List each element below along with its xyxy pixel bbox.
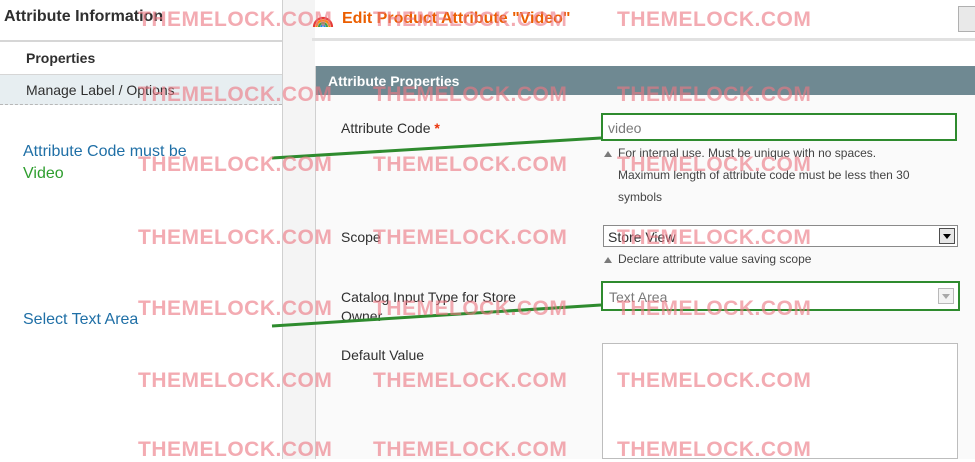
watermark: THEMELOCK.COM <box>373 297 568 320</box>
watermark: THEMELOCK.COM <box>617 226 812 249</box>
watermark: THEMELOCK.COM <box>373 83 568 106</box>
triangle-up-icon <box>604 150 612 157</box>
watermark: THEMELOCK.COM <box>373 369 568 392</box>
watermark: THEMELOCK.COM <box>138 226 333 249</box>
attribute-code-input[interactable]: video <box>601 113 957 141</box>
header-action-button[interactable] <box>958 6 975 32</box>
scope-hint-text: Declare attribute value saving scope <box>618 252 812 266</box>
watermark: THEMELOCK.COM <box>617 369 812 392</box>
watermark: THEMELOCK.COM <box>138 438 333 461</box>
tab-properties[interactable]: Properties <box>0 44 282 75</box>
attribute-code-value: video <box>608 120 642 136</box>
watermark: THEMELOCK.COM <box>138 369 333 392</box>
watermark: THEMELOCK.COM <box>617 297 812 320</box>
required-marker: * <box>434 120 440 136</box>
header-divider <box>312 38 975 41</box>
watermark: THEMELOCK.COM <box>617 8 812 31</box>
watermark: THEMELOCK.COM <box>373 438 568 461</box>
watermark: THEMELOCK.COM <box>138 8 333 31</box>
annotation-input-type: Select Text Area <box>23 311 139 328</box>
attribute-code-label: Attribute Code * <box>341 120 440 136</box>
watermark: THEMELOCK.COM <box>373 226 568 249</box>
watermark: THEMELOCK.COM <box>373 8 568 31</box>
scope-hint: Declare attribute value saving scope <box>604 248 811 270</box>
watermark: THEMELOCK.COM <box>617 438 812 461</box>
chevron-down-icon[interactable] <box>939 228 955 244</box>
watermark: THEMELOCK.COM <box>373 153 568 176</box>
attribute-code-hint-line3: symbols <box>618 190 663 204</box>
attribute-code-label-text: Attribute Code <box>341 120 431 136</box>
chevron-down-icon[interactable] <box>938 288 954 304</box>
sidebar-divider <box>0 40 282 42</box>
tab-properties-label: Properties <box>26 50 96 66</box>
watermark: THEMELOCK.COM <box>617 83 812 106</box>
watermark: THEMELOCK.COM <box>617 153 812 176</box>
triangle-up-icon <box>604 256 612 263</box>
watermark: THEMELOCK.COM <box>138 153 333 176</box>
watermark: THEMELOCK.COM <box>138 297 333 320</box>
default-value-label: Default Value <box>341 347 425 363</box>
watermark: THEMELOCK.COM <box>138 83 333 106</box>
